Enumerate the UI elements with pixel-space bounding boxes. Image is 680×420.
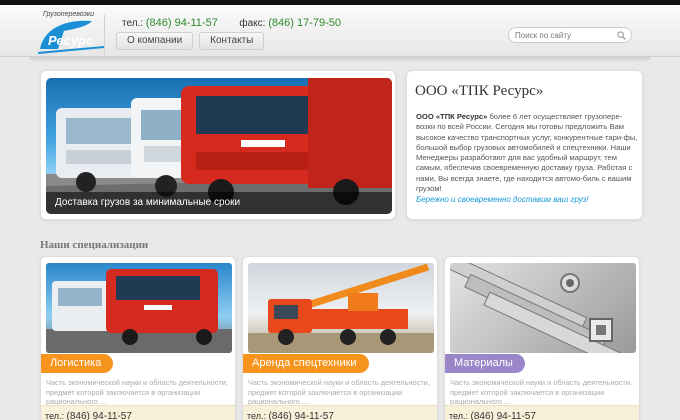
card-logistics[interactable]: Логистика Часть экономической науки и об… (40, 256, 236, 420)
fax-label: факс: (239, 18, 266, 29)
trucks-thumbnail (46, 269, 232, 353)
materials-image[interactable] (450, 263, 636, 353)
phone-number[interactable]: (846) 94-11-57 (146, 17, 218, 29)
card-description: Часть экономической науки и область деят… (248, 378, 430, 406)
card-phone: тел.: (846) 94-11-57 (243, 405, 437, 420)
nav-about-button[interactable]: О компании (116, 32, 194, 50)
card-description: Часть экономической науки и область деят… (46, 378, 228, 406)
card-phone-label: тел.: (449, 411, 468, 420)
card-phone: тел.: (846) 94-11-57 (445, 405, 639, 420)
logo-mark: Ресурс (37, 20, 105, 54)
header-shadow (30, 57, 650, 63)
card-equipment-rental[interactable]: Аренда спецтехники Часть экономической н… (242, 256, 438, 420)
card-tab-equipment-rental[interactable]: Аренда спецтехники (243, 354, 369, 373)
about-description: более 6 лет осуществляет грузопере-возки… (416, 112, 638, 194)
about-title: ООО «ТПК Ресурс» (415, 83, 544, 99)
logistics-image[interactable] (46, 263, 232, 353)
about-text: ООО «ТПК Ресурс» более 6 лет осуществляе… (416, 112, 640, 194)
main-nav: О компании Контакты (116, 32, 265, 50)
about-panel: ООО «ТПК Ресурс» ООО «ТПК Ресурс» более … (406, 70, 643, 220)
crane-truck-thumbnail (248, 263, 434, 353)
header-divider (104, 15, 105, 55)
about-company-name: ООО «ТПК Ресурс» (416, 112, 488, 121)
search-box[interactable] (508, 27, 632, 43)
logo-text: Ресурс (48, 33, 94, 48)
card-materials[interactable]: Материалы Часть экономической науки и об… (444, 256, 640, 420)
card-tab-materials[interactable]: Материалы (445, 354, 525, 373)
phone-label: тел.: (122, 18, 144, 29)
card-description: Часть экономической науки и область деят… (450, 378, 632, 406)
steel-pipes-thumbnail (450, 263, 627, 353)
nav-contacts-button[interactable]: Контакты (199, 32, 265, 50)
section-title: Наши специализации (40, 239, 149, 251)
hero-caption: Доставка грузов за минимальные сроки (46, 192, 392, 214)
site-logo[interactable]: Грузоперевозки Ресурс (34, 11, 114, 54)
card-phone-number[interactable]: (846) 94-11-57 (471, 411, 536, 420)
hero-banner: Доставка грузов за минимальные сроки (40, 70, 396, 220)
hero-image-trucks[interactable]: Доставка грузов за минимальные сроки (46, 78, 392, 214)
card-phone-number[interactable]: (846) 94-11-57 (269, 411, 334, 420)
card-phone: тел.: (846) 94-11-57 (41, 405, 235, 420)
crane-image[interactable] (248, 263, 434, 353)
about-slogan: Бережно и своевременно доставим ваш груз… (416, 195, 589, 204)
card-tab-logistics[interactable]: Логистика (41, 354, 114, 373)
site-header: Грузоперевозки Ресурс тел.: (846) 94-11-… (0, 5, 680, 57)
fax-number[interactable]: (846) 17-79-50 (268, 17, 341, 29)
search-icon[interactable] (617, 31, 626, 40)
card-phone-label: тел.: (247, 411, 266, 420)
card-phone-label: тел.: (45, 411, 64, 420)
header-contacts: тел.: (846) 94-11-57 факс: (846) 17-79-5… (122, 17, 341, 29)
card-phone-number[interactable]: (846) 94-11-57 (67, 411, 132, 420)
search-input[interactable] (515, 29, 615, 41)
